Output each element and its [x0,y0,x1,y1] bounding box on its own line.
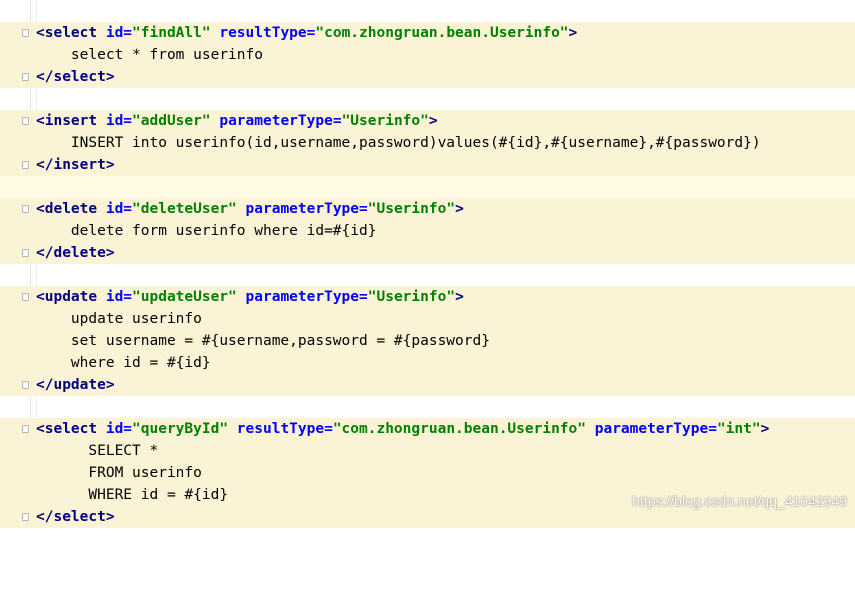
code-line[interactable]: select * from userinfo [0,44,855,66]
xml-value: "com.zhongruan.bean.Userinfo" [332,421,586,437]
sql-statement: WHERE id = #{id} [36,487,229,503]
xml-attribute: id= [97,201,133,217]
fold-marker-icon[interactable] [22,161,29,169]
sql-statement: select * from userinfo [36,47,263,63]
xml-attribute: id= [97,113,133,129]
fold-marker-icon[interactable] [22,293,29,301]
code-line[interactable]: <update id="updateUser" parameterType="U… [0,286,855,308]
xml-attribute: id= [97,421,133,437]
code-line[interactable]: SELECT * [0,440,855,462]
fold-marker-icon[interactable] [22,381,29,389]
xml-tag-open: <insert [36,113,98,129]
code-line[interactable]: delete form userinfo where id=#{id} [0,220,855,242]
code-line[interactable]: <select id="findAll" resultType="com.zho… [0,22,855,44]
xml-tag-close: > [455,201,464,217]
xml-tag-open: <select [36,421,98,437]
xml-tag-close: > [568,25,578,41]
sql-statement: delete form userinfo where id=#{id} [36,223,377,239]
xml-value: "Userinfo" [367,289,456,305]
xml-tag-close: > [455,289,464,305]
xml-closing-tag: </delete> [36,245,115,261]
xml-closing-tag: </select> [36,69,115,85]
code-line[interactable]: INSERT into userinfo(id,username,passwor… [0,132,855,154]
xml-tag-open: <update [36,289,98,305]
code-area[interactable]: <select id="findAll" resultType="com.zho… [0,22,855,528]
xml-attribute: parameterType= [236,201,368,217]
code-line[interactable]: update userinfo [0,308,855,330]
sql-statement: where id = #{id} [36,355,211,371]
xml-value: "Userinfo" [341,113,429,129]
fold-marker-icon[interactable] [22,249,29,257]
code-line[interactable]: FROM userinfo [0,462,855,484]
xml-tag-open: <select [36,25,98,41]
code-line[interactable]: <select id="queryById" resultType="com.z… [0,418,855,440]
code-line[interactable]: <delete id="deleteUser" parameterType="U… [0,198,855,220]
xml-value: "updateUser" [132,289,237,305]
sql-statement: SELECT * [36,443,159,459]
xml-value: "findAll" [132,25,211,41]
xml-attribute: parameterType= [586,421,717,437]
code-line-blank[interactable] [0,88,855,110]
xml-closing-tag: </select> [36,509,115,525]
xml-tag-close: > [760,421,770,437]
xml-tag-close: > [428,113,438,129]
xml-value: "Userinfo" [367,201,456,217]
xml-attribute: parameterType= [236,289,368,305]
fold-marker-icon[interactable] [22,73,29,81]
xml-value: "deleteUser" [132,201,237,217]
code-line-current[interactable] [0,176,855,198]
fold-marker-icon[interactable] [22,513,29,521]
code-line[interactable]: </select> [0,506,855,528]
xml-tag-open: <delete [36,201,98,217]
code-editor[interactable]: <select id="findAll" resultType="com.zho… [0,0,855,528]
code-line[interactable]: </select> [0,66,855,88]
fold-marker-icon[interactable] [22,29,29,37]
watermark-text: https://blog.csdn.net/qq_41042949 [632,493,847,509]
code-line[interactable]: </insert> [0,154,855,176]
xml-attribute: resultType= [228,421,333,437]
sql-statement: update userinfo [36,311,202,327]
fold-marker-icon[interactable] [22,425,29,433]
xml-attribute: resultType= [210,25,316,41]
sql-statement: FROM userinfo [36,465,202,481]
xml-closing-tag: </update> [36,377,115,393]
code-line[interactable]: </update> [0,374,855,396]
code-line[interactable]: </delete> [0,242,855,264]
fold-marker-icon[interactable] [22,205,29,213]
xml-attribute: parameterType= [210,113,342,129]
sql-statement: set username = #{username,password = #{p… [36,333,490,349]
code-line[interactable]: <insert id="addUser" parameterType="User… [0,110,855,132]
xml-value: "queryById" [132,421,229,437]
code-line[interactable]: set username = #{username,password = #{p… [0,330,855,352]
code-line[interactable]: where id = #{id} [0,352,855,374]
xml-value: "com.zhongruan.bean.Userinfo" [315,25,569,41]
xml-attribute: id= [97,25,133,41]
xml-value: "int" [716,421,761,437]
fold-marker-icon[interactable] [22,117,29,125]
code-line-blank[interactable] [0,264,855,286]
xml-attribute: id= [97,289,133,305]
sql-statement: INSERT into userinfo(id,username,passwor… [36,135,761,151]
xml-value: "addUser" [132,113,211,129]
xml-closing-tag: </insert> [36,157,115,173]
code-line-blank[interactable] [0,396,855,418]
